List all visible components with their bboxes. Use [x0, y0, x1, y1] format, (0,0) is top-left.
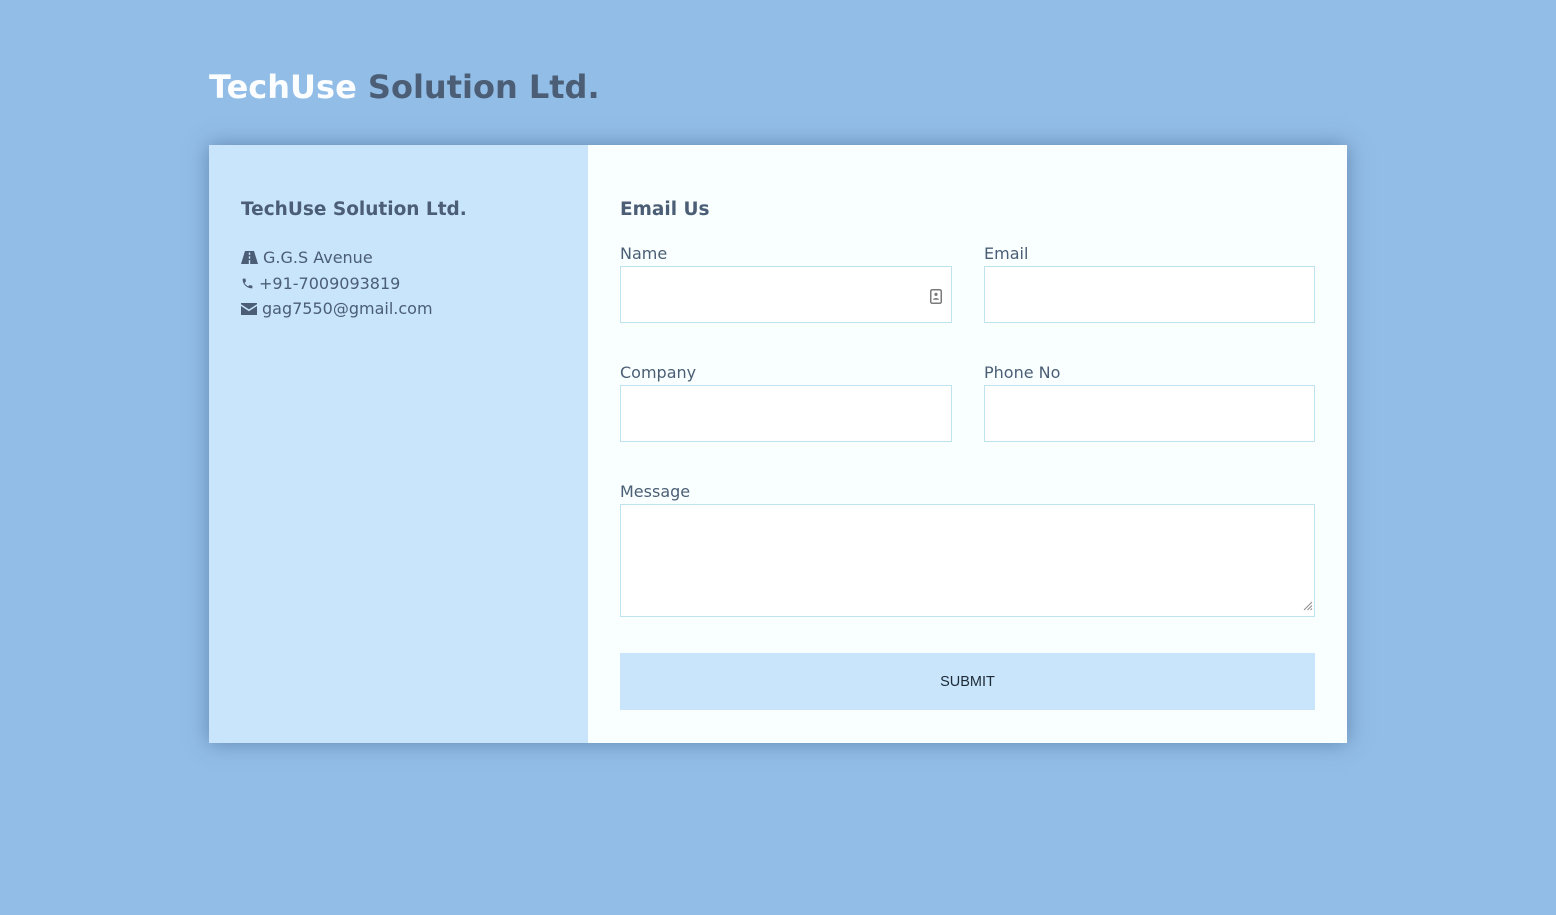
email-form-panel: Email Us Name Email Company Phone No Mes… [588, 145, 1347, 743]
phone-item: +91-7009093819 [241, 271, 556, 297]
name-field-group: Name [620, 245, 952, 323]
brand-first-word: TechUse [209, 68, 357, 106]
message-box [620, 504, 1315, 617]
contact-card-icon[interactable] [930, 289, 942, 308]
address-item: G.G.S Avenue [241, 245, 556, 271]
email-input-box [984, 266, 1315, 323]
contact-info-panel: TechUse Solution Ltd. G.G.S Avenue +91-7… [209, 145, 588, 743]
email-input[interactable] [985, 267, 1314, 322]
submit-button[interactable]: SUBMIT [620, 653, 1315, 710]
name-input-box [620, 266, 952, 323]
road-icon [241, 251, 258, 265]
company-input[interactable] [621, 386, 951, 441]
phone-input-box [984, 385, 1315, 442]
phone-input[interactable] [985, 386, 1314, 441]
message-textarea[interactable] [621, 505, 1314, 616]
brand-second-words: Solution Ltd. [367, 68, 600, 106]
message-label: Message [620, 482, 691, 501]
phone-text: +91-7009093819 [259, 273, 401, 293]
email-label: Email [984, 244, 1029, 263]
email-field-group: Email [984, 245, 1315, 323]
company-input-box [620, 385, 952, 442]
phone-label: Phone No [984, 363, 1061, 382]
site-brand: TechUse Solution Ltd. [209, 66, 600, 108]
name-input[interactable] [621, 267, 951, 322]
phone-icon [241, 277, 254, 290]
name-label: Name [620, 244, 668, 263]
company-label: Company [620, 363, 697, 382]
envelope-icon [241, 302, 257, 315]
address-text: G.G.S Avenue [263, 248, 373, 267]
company-field-group: Company [620, 364, 952, 442]
message-field-group: Message [620, 483, 1315, 617]
phone-field-group: Phone No [984, 364, 1315, 442]
company-name-heading: TechUse Solution Ltd. [241, 199, 467, 220]
contact-card: TechUse Solution Ltd. G.G.S Avenue +91-7… [209, 145, 1347, 743]
form-grid: Name Email Company Phone No [620, 245, 1315, 483]
form-title: Email Us [620, 199, 710, 220]
resize-grip-icon[interactable] [1303, 596, 1313, 615]
email-item: gag7550@gmail.com [241, 296, 556, 322]
contact-details-list: G.G.S Avenue +91-7009093819 gag7550@gmai… [241, 245, 556, 322]
email-text: gag7550@gmail.com [262, 299, 433, 318]
